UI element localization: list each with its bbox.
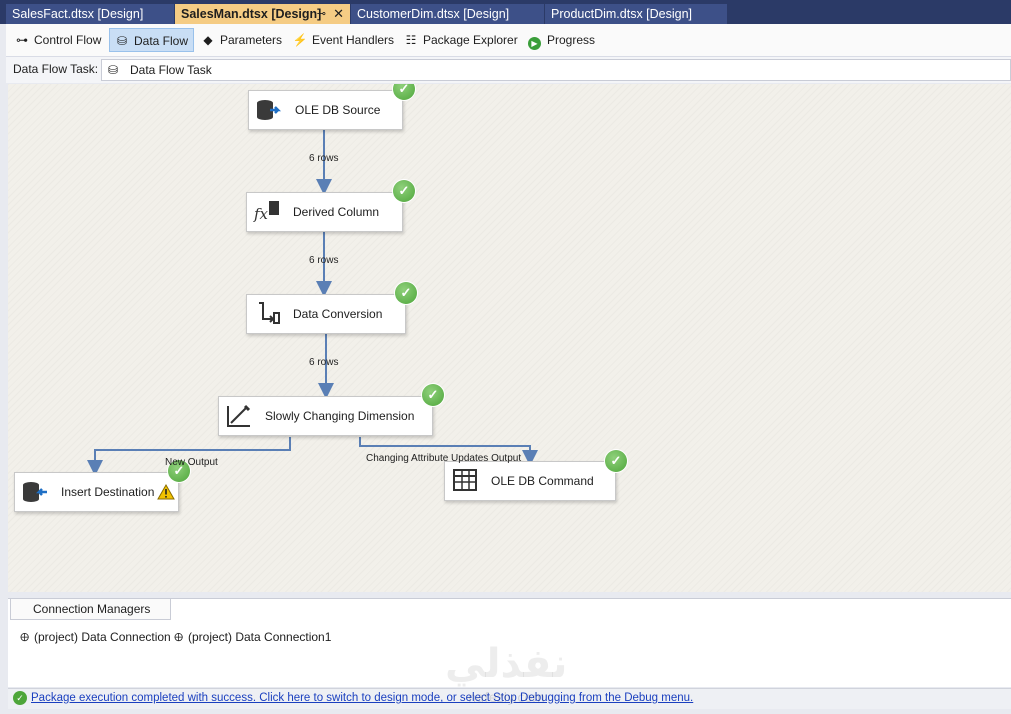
data-flow-task-icon: ⛁: [108, 63, 119, 77]
node-label: OLE DB Command: [491, 474, 594, 488]
data-flow-canvas[interactable]: OLE DB Source ✓ fx Derived Column ✓ Data…: [8, 84, 1011, 592]
designer-toolbar: ⊶ Control Flow ⛁ Data Flow ◆ Parameters ⚡ Ev…: [6, 24, 1011, 57]
pin-icon[interactable]: ⊸: [317, 4, 326, 24]
parameters-icon: ◆: [203, 33, 213, 47]
task-label: Data Flow Task:: [13, 62, 99, 76]
tab-label: Control Flow: [34, 33, 102, 47]
watermark-logo: نفذلي: [445, 641, 568, 687]
tab-control-flow[interactable]: ⊶ Control Flow: [10, 28, 107, 52]
document-tab-bar: SalesFact.dtsx [Design] SalesMan.dtsx [D…: [0, 0, 1011, 24]
control-flow-icon: ⊶: [16, 33, 28, 47]
tab-label: Data Flow: [134, 34, 189, 48]
tab-label: Parameters: [220, 33, 283, 47]
tab-label: Event Handlers: [312, 33, 395, 47]
doc-tab-productdim[interactable]: ProductDim.dtsx [Design]: [545, 4, 727, 24]
path-connectors: [87, 130, 538, 476]
tab-event-handlers[interactable]: ⚡ Event Handlers: [288, 28, 400, 52]
tab-data-flow[interactable]: ⛁ Data Flow: [109, 28, 194, 52]
node-label: Derived Column: [293, 205, 380, 219]
data-flow-icon: ⛁: [116, 34, 128, 48]
event-handlers-icon: ⚡: [292, 33, 308, 47]
task-dropdown[interactable]: ⛁ Data Flow Task: [101, 59, 1011, 81]
ole-db-source-node[interactable]: OLE DB Source: [248, 90, 403, 130]
tab-label: Progress: [547, 33, 596, 47]
package-explorer-icon: ☷: [405, 33, 417, 47]
success-check-icon: ✓: [422, 384, 444, 406]
connection-plug-icon: 🜨: [174, 632, 184, 644]
data-conversion-icon: [259, 302, 280, 324]
node-label: OLE DB Source: [295, 103, 381, 117]
row-count-label: 6 rows: [309, 153, 339, 164]
connection-plug-icon: 🜨: [20, 632, 30, 644]
tab-progress[interactable]: ▶ Progress: [524, 28, 601, 52]
node-label: Data Conversion: [293, 307, 383, 321]
doc-tab-label: SalesFact.dtsx [Design]: [12, 7, 144, 21]
connection-managers-tab[interactable]: Connection Managers: [10, 599, 172, 620]
slowly-changing-dimension-node[interactable]: Slowly Changing Dimension: [218, 396, 433, 436]
task-selector-row: Data Flow Task: ⛁ Data Flow Task: [6, 57, 1011, 83]
scd-icon: [227, 404, 251, 427]
success-check-icon: ✓: [605, 450, 627, 472]
connection-manager-label: (project) Data Connection: [34, 630, 171, 644]
doc-tab-label: ProductDim.dtsx [Design]: [551, 7, 693, 21]
doc-tab-customerdim[interactable]: CustomerDim.dtsx [Design]: [351, 4, 544, 24]
tab-package-explorer[interactable]: ☷ Package Explorer: [399, 28, 524, 52]
success-check-icon: ✓: [395, 282, 417, 304]
watermark-subtext: nafezly.com: [468, 691, 545, 706]
row-count-label: 6 rows: [309, 255, 339, 266]
fx-icon: fx: [253, 201, 279, 223]
status-bar: ✓ Package execution completed with succe…: [8, 688, 1011, 709]
row-count-label: 6 rows: [309, 357, 339, 368]
success-status-icon: ✓: [13, 691, 27, 705]
insert-destination-node[interactable]: Insert Destination: [14, 472, 179, 512]
database-source-icon: [257, 100, 282, 120]
warning-icon: [157, 484, 175, 500]
doc-tab-salesman[interactable]: SalesMan.dtsx [Design] ⊸ ✕: [175, 4, 350, 24]
changing-attribute-output-label: Changing Attribute Updates Output: [366, 453, 522, 464]
switch-to-design-mode-link[interactable]: Package execution completed with success…: [31, 692, 693, 704]
node-label: Slowly Changing Dimension: [265, 409, 415, 423]
tab-parameters[interactable]: ◆ Parameters: [196, 28, 288, 52]
svg-text:fx: fx: [253, 205, 269, 223]
tab-label: Package Explorer: [423, 33, 518, 47]
task-dropdown-value: Data Flow Task: [130, 63, 212, 77]
connection-managers-panel: Connection Managers 🜨 (project) Data Conn…: [8, 598, 1011, 687]
database-destination-icon: [23, 482, 47, 502]
success-check-icon: ✓: [393, 180, 415, 202]
ole-db-command-icon: [453, 469, 477, 491]
doc-tab-label: CustomerDim.dtsx [Design]: [357, 7, 510, 21]
connection-manager-item[interactable]: 🜨 (project) Data Connection1: [174, 626, 331, 648]
data-conversion-node[interactable]: Data Conversion: [246, 294, 406, 334]
ole-db-command-node[interactable]: OLE DB Command: [444, 461, 616, 501]
new-output-label: New Output: [165, 457, 218, 468]
doc-tab-label: SalesMan.dtsx [Design]: [181, 7, 322, 21]
derived-column-node[interactable]: fx Derived Column: [246, 192, 403, 232]
close-icon[interactable]: ✕: [333, 4, 344, 24]
connection-manager-item[interactable]: 🜨 (project) Data Connection: [20, 626, 171, 648]
node-label: Insert Destination: [61, 485, 155, 499]
connection-manager-label: (project) Data Connection1: [188, 630, 332, 644]
progress-icon: ▶: [528, 37, 541, 50]
doc-tab-salesfact[interactable]: SalesFact.dtsx [Design]: [6, 4, 174, 24]
